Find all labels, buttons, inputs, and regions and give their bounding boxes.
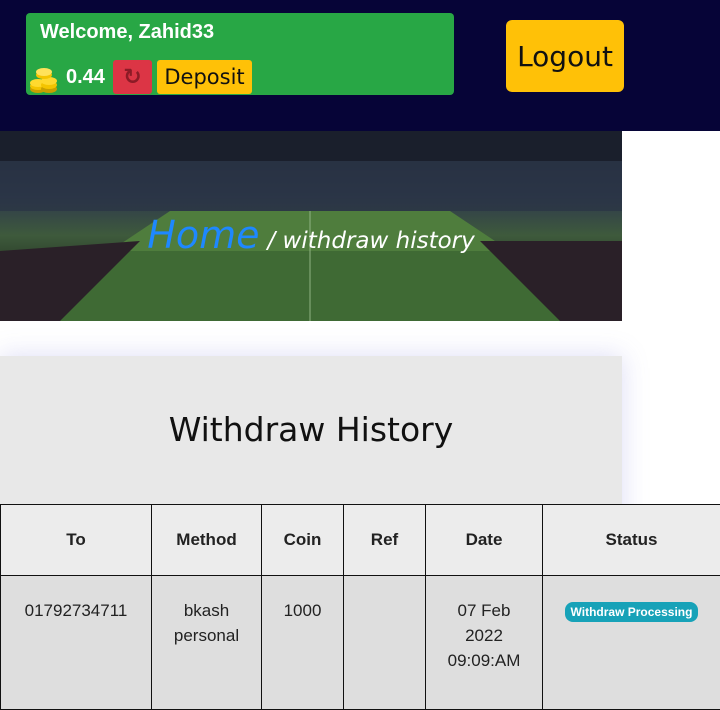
column-header-date: Date bbox=[426, 505, 543, 576]
table-row: 01792734711 bkash personal 1000 07 Feb 2… bbox=[1, 576, 720, 710]
method-line: bkash bbox=[153, 598, 260, 623]
date-line: 07 Feb bbox=[427, 598, 541, 623]
welcome-text: Welcome, Zahid33 bbox=[40, 21, 214, 44]
column-header-coin: Coin bbox=[262, 505, 344, 576]
cell-to: 01792734711 bbox=[1, 576, 152, 710]
cell-status: Withdraw Processing bbox=[543, 576, 720, 710]
column-header-method: Method bbox=[152, 505, 262, 576]
page-title: Withdraw History bbox=[0, 410, 622, 449]
logout-button[interactable]: Logout bbox=[506, 20, 624, 92]
cell-method: bkash personal bbox=[152, 576, 262, 710]
breadcrumb-home-link[interactable]: Home bbox=[147, 213, 259, 257]
deposit-button[interactable]: Deposit bbox=[157, 60, 252, 94]
breadcrumb: Home / withdraw history bbox=[0, 213, 622, 257]
cell-coin: 1000 bbox=[262, 576, 344, 710]
user-panel: Welcome, Zahid33 0.44 ↻ Deposit bbox=[26, 13, 454, 95]
status-badge: Withdraw Processing bbox=[565, 602, 699, 622]
coin-balance: 0.44 bbox=[66, 66, 105, 89]
breadcrumb-current: / withdraw history bbox=[267, 228, 474, 254]
cell-date: 07 Feb 2022 09:09:AM bbox=[426, 576, 543, 710]
date-line: 09:09:AM bbox=[427, 648, 541, 673]
stadium-banner: Home / withdraw history bbox=[0, 131, 622, 321]
withdraw-history-table: To Method Coin Ref Date Status 017927347… bbox=[0, 504, 720, 710]
refresh-balance-button[interactable]: ↻ bbox=[113, 60, 152, 94]
column-header-ref: Ref bbox=[344, 505, 426, 576]
refresh-icon: ↻ bbox=[123, 65, 141, 90]
method-line: personal bbox=[153, 623, 260, 648]
coins-icon bbox=[28, 63, 60, 95]
column-header-status: Status bbox=[543, 505, 720, 576]
date-line: 2022 bbox=[427, 623, 541, 648]
cell-ref bbox=[344, 576, 426, 710]
top-header: Welcome, Zahid33 0.44 ↻ Deposit Logout bbox=[0, 0, 720, 131]
table-header-row: To Method Coin Ref Date Status bbox=[1, 505, 720, 576]
column-header-to: To bbox=[1, 505, 152, 576]
